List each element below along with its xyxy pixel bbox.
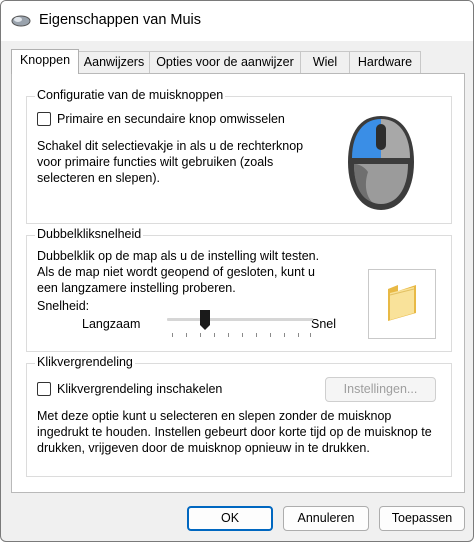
tab-wiel[interactable]: Wiel bbox=[300, 51, 350, 73]
click-lock-settings-button[interactable]: Instellingen... bbox=[325, 377, 436, 402]
double-click-description: Dubbelklik op de map als u de instelling… bbox=[37, 249, 320, 295]
swap-buttons-description: Schakel dit selectievakje in als u de re… bbox=[37, 139, 304, 185]
tab-aanwijzers[interactable]: Aanwijzers bbox=[78, 51, 150, 73]
button-config-title: Configuratie van de muisknoppen bbox=[35, 88, 226, 102]
swap-buttons-checkbox[interactable] bbox=[37, 112, 51, 126]
mouse-properties-dialog: Eigenschappen van Muis Knoppen Aanwijzer… bbox=[0, 0, 474, 542]
slow-label: Langzaam bbox=[82, 317, 141, 331]
window-title: Eigenschappen van Muis bbox=[39, 12, 202, 28]
cancel-button[interactable]: Annuleren bbox=[283, 506, 369, 531]
apply-button[interactable]: Toepassen bbox=[379, 506, 465, 531]
swap-buttons-row[interactable]: Primaire en secundaire knop omwisselen bbox=[37, 112, 285, 126]
click-lock-row[interactable]: Klikvergrendeling inschakelen bbox=[37, 382, 222, 396]
speed-slider-ticks bbox=[172, 333, 311, 339]
tab-opties-aanwijzer[interactable]: Opties voor de aanwijzer bbox=[149, 51, 301, 73]
folder-icon[interactable] bbox=[384, 283, 420, 323]
double-click-title: Dubbelkliksnelheid bbox=[35, 227, 144, 241]
click-lock-title: Klikvergrendeling bbox=[35, 355, 135, 369]
title-bar[interactable]: Eigenschappen van Muis bbox=[1, 1, 473, 41]
mouse-illustration bbox=[324, 102, 438, 220]
test-folder-area[interactable] bbox=[368, 269, 436, 339]
speed-label: Snelheid: bbox=[37, 299, 90, 313]
tab-panel-knoppen: Configuratie van de muisknoppen Primaire… bbox=[11, 73, 465, 493]
swap-buttons-label: Primaire en secundaire knop omwisselen bbox=[57, 112, 285, 126]
speed-slider-thumb[interactable] bbox=[199, 309, 211, 331]
click-lock-label: Klikvergrendeling inschakelen bbox=[57, 382, 223, 396]
mouse-icon bbox=[11, 15, 31, 27]
button-config-group: Configuratie van de muisknoppen Primaire… bbox=[26, 88, 452, 224]
tab-knoppen[interactable]: Knoppen bbox=[11, 49, 79, 74]
speed-slider-track[interactable] bbox=[167, 318, 313, 321]
click-lock-group: Klikvergrendeling Klikvergrendeling insc… bbox=[26, 355, 452, 477]
click-lock-checkbox[interactable] bbox=[37, 382, 51, 396]
click-lock-description: Met deze optie kunt u selecteren en slep… bbox=[37, 409, 432, 455]
fast-label: Snel bbox=[311, 317, 337, 331]
tab-hardware[interactable]: Hardware bbox=[349, 51, 421, 73]
ok-button[interactable]: OK bbox=[187, 506, 273, 531]
